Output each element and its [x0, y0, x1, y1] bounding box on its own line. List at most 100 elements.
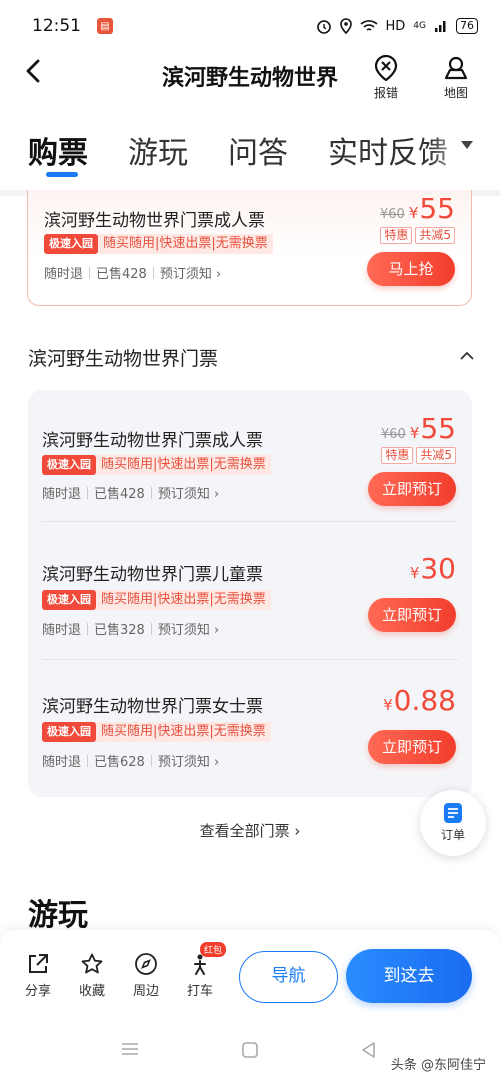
battery-icon: 76: [456, 18, 478, 34]
network-label: HD: [385, 18, 406, 34]
ticket-item[interactable]: 滨河野生动物世界门票儿童票 极速入园 随买随用|快速出票|无需换票 随时退 已售…: [28, 528, 472, 660]
collapse-section-button[interactable]: [460, 346, 474, 365]
ticket-item[interactable]: 滨河野生动物世界门票成人票 极速入园 随买随用|快速出票|无需换票 随时退 已售…: [28, 390, 472, 522]
tab-qa[interactable]: 问答: [228, 128, 288, 172]
report-pin-icon: [374, 54, 398, 82]
map-icon: [444, 56, 468, 80]
ticket-list: 滨河野生动物世界门票成人票 极速入园 随买随用|快速出票|无需换票 随时退 已售…: [28, 390, 472, 797]
square-icon: [242, 1042, 258, 1058]
tabs-expand-button[interactable]: [460, 138, 474, 154]
map-label: 地图: [443, 86, 468, 100]
system-back-button[interactable]: [360, 1041, 378, 1063]
sold-count: 已售428: [94, 487, 145, 502]
booking-notice-link[interactable]: 预订须知 ›: [158, 619, 219, 638]
booking-notice-label: 预订须知: [159, 267, 212, 282]
grab-now-button[interactable]: 马上抢: [367, 252, 455, 286]
featured-ticket-card[interactable]: 滨河野生动物世界门票成人票 极速入园 随买随用|快速出票|无需换票 随时退 已售…: [27, 190, 472, 306]
speed-entry-badge: 极速入园: [44, 234, 98, 254]
booking-notice-link[interactable]: 预订须知 ›: [158, 483, 219, 502]
meta-separator: [89, 266, 91, 279]
menu-lines-icon: [122, 1043, 138, 1055]
orders-label: 订单: [440, 828, 465, 842]
price-value: 55: [419, 192, 455, 225]
recent-apps-button[interactable]: [120, 1041, 140, 1061]
refund-policy: 随时退: [42, 623, 82, 638]
bottom-action-bar: 分享 收藏 周边 打车 红包 导航 到这去: [0, 930, 500, 1015]
booking-notice-label: 预订须知: [157, 487, 210, 502]
chevron-up-icon: [460, 351, 474, 360]
ticket-features: 随买随用|快速出票|无需换票: [98, 234, 273, 254]
savings-chip: 共减5: [415, 227, 455, 244]
item-divider: [42, 521, 458, 522]
signal-icon: [435, 21, 446, 32]
report-error-button[interactable]: 报错: [366, 54, 406, 101]
ticket-item[interactable]: 滨河野生动物世界门票女士票 极速入园 随买随用|快速出票|无需换票 随时退 已售…: [28, 660, 472, 792]
price-block: ¥60 ¥55 特惠 共减5: [381, 412, 456, 464]
view-all-label: 查看全部门票: [199, 822, 290, 840]
current-price: ¥55: [409, 192, 455, 225]
speed-entry-badge: 极速入园: [42, 455, 96, 475]
wifi-icon: [359, 20, 378, 31]
price-block: ¥30: [410, 552, 456, 585]
status-bar: 12:51 ▤ HD 4G 76: [0, 0, 500, 52]
home-button[interactable]: [241, 1041, 259, 1063]
status-time: 12:51: [32, 16, 81, 36]
nearby-button[interactable]: 周边: [126, 952, 166, 999]
ticket-name: 滨河野生动物世界门票女士票: [42, 697, 263, 717]
ticket-features: 随买随用|快速出票|无需换票: [96, 590, 271, 610]
ticket-name: 滨河野生动物世界门票儿童票: [42, 565, 263, 585]
current-price: ¥0.88: [383, 684, 456, 717]
book-now-button[interactable]: 立即预订: [368, 472, 456, 506]
booking-notice-link[interactable]: 预订须知 ›: [160, 263, 221, 282]
taxi-button[interactable]: 打车: [180, 952, 220, 999]
red-packet-badge: 红包: [200, 942, 227, 957]
savings-chip: 共减5: [416, 447, 456, 464]
price-value: 30: [420, 552, 456, 585]
meta-separator: [150, 486, 152, 499]
go-here-button[interactable]: 到这去: [346, 949, 472, 1003]
nearby-label: 周边: [132, 984, 159, 999]
share-button[interactable]: 分享: [18, 952, 58, 999]
book-now-button[interactable]: 立即预订: [368, 598, 456, 632]
app-notification-icon: ▤: [97, 18, 113, 34]
tab-play[interactable]: 游玩: [128, 128, 188, 172]
orders-float-button[interactable]: 订单: [420, 790, 486, 856]
play-section-title: 游玩: [28, 898, 88, 933]
share-icon: [29, 954, 48, 973]
price-currency: ¥: [409, 564, 420, 582]
current-price: ¥30: [410, 552, 456, 585]
original-price: ¥60: [379, 207, 405, 222]
tab-play-label: 游玩: [128, 136, 188, 171]
report-label: 报错: [373, 86, 398, 100]
price-currency: ¥: [409, 424, 420, 442]
ticket-features: 随买随用|快速出票|无需换票: [96, 722, 271, 742]
price-value: 55: [420, 412, 456, 445]
booking-notice-label: 预订须知: [157, 623, 210, 638]
chevron-right-icon: ›: [214, 487, 220, 502]
speed-entry-badge: 极速入园: [42, 590, 96, 610]
discount-chip: 特惠: [381, 447, 414, 464]
original-price: ¥60: [380, 427, 406, 442]
favorite-button[interactable]: 收藏: [72, 952, 112, 999]
chevron-right-icon: ›: [216, 267, 222, 282]
meta-separator: [87, 754, 89, 767]
booking-notice-label: 预订须知: [157, 755, 210, 770]
map-button[interactable]: 地图: [436, 54, 476, 101]
navigate-button[interactable]: 导航: [239, 951, 338, 1003]
triangle-back-icon: [362, 1042, 375, 1058]
meta-separator: [87, 622, 89, 635]
sold-count: 已售428: [96, 267, 147, 282]
price-value: 0.88: [393, 684, 456, 717]
taxi-label: 打车: [186, 984, 213, 999]
chevron-right-icon: ›: [294, 822, 301, 840]
booking-notice-link[interactable]: 预订须知 ›: [158, 751, 219, 770]
tab-tickets[interactable]: 购票: [28, 128, 88, 177]
book-now-button[interactable]: 立即预订: [368, 730, 456, 764]
location-icon: [339, 18, 352, 34]
chevron-right-icon: ›: [214, 623, 220, 638]
price-currency: ¥: [383, 696, 393, 714]
price-currency: ¥: [408, 204, 419, 222]
alarm-icon: [316, 20, 331, 34]
meta-separator: [87, 486, 89, 499]
top-header: 滨河野生动物世界 报错 地图: [0, 52, 500, 102]
